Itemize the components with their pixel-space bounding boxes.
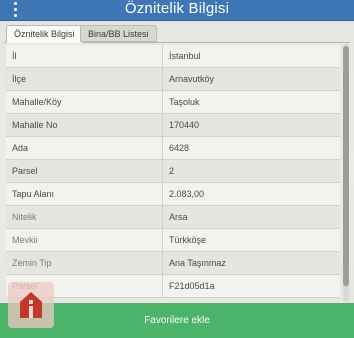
attribute-key: Zemin Tip	[12, 258, 52, 268]
attribute-value: 170440	[169, 120, 200, 130]
table-row: Nitelik Arsa	[6, 206, 340, 229]
table-row: Parsel F21d05d1a	[6, 275, 340, 298]
attribute-key: İlçe	[12, 74, 27, 84]
table-row: Ada 6428	[6, 137, 340, 160]
attribute-value: Arnavutköy	[169, 74, 215, 84]
table-row: Parsel 2	[6, 160, 340, 183]
window-title: Öznitelik Bilgisi	[124, 0, 230, 17]
attribute-key: Mevkii	[12, 235, 38, 245]
attribute-value: F21d05d1a	[169, 281, 215, 291]
attribute-value: İstanbul	[169, 51, 201, 61]
attribute-key: Nitelik	[12, 212, 37, 222]
vertical-dots-icon[interactable]	[12, 2, 18, 17]
scrollbar-thumb[interactable]	[343, 46, 349, 286]
attribute-key: İl	[12, 51, 17, 61]
tab-bar: Öznitelik Bilgisi Bina/BB Listesi	[4, 22, 350, 43]
table-row: Zemin Tip Ana Taşınmaz	[6, 252, 340, 275]
scrollbar[interactable]	[343, 44, 349, 302]
attribute-key: Mahalle No	[12, 120, 58, 130]
attribute-key: Ada	[12, 143, 29, 153]
attribute-key: Parsel	[12, 166, 38, 176]
table-row: Tapu Alanı 2.083,00	[6, 183, 340, 206]
attribute-value: Ana Taşınmaz	[169, 258, 226, 268]
table-row: Mahalle/Köy Taşoluk	[6, 91, 340, 114]
tab-building-list[interactable]: Bina/BB Listesi	[80, 25, 157, 42]
attribute-value: Türkköşe	[169, 235, 207, 245]
attribute-value: Taşoluk	[169, 97, 200, 107]
tab-attribute-info[interactable]: Öznitelik Bilgisi	[6, 25, 83, 43]
attribute-key: Mahalle/Köy	[12, 97, 62, 107]
home-icon[interactable]	[8, 282, 54, 328]
table-row: Mahalle No 170440	[6, 114, 340, 137]
title-bar: Öznitelik Bilgisi	[0, 0, 354, 21]
attribute-info-window: Öznitelik Bilgisi Öznitelik Bilgisi Bina…	[0, 0, 354, 338]
attribute-value: 2	[169, 166, 175, 176]
attribute-value: 6428	[169, 143, 190, 153]
table-row: Mevkii Türkköşe	[6, 229, 340, 252]
table-row: İl İstanbul	[6, 45, 340, 68]
attribute-key: Tapu Alanı	[12, 189, 55, 199]
table-row: İlçe Arnavutköy	[6, 68, 340, 91]
attribute-table: İl İstanbul İlçe Arnavutköy Mahalle/Köy …	[6, 45, 340, 298]
attribute-value: Arsa	[169, 212, 188, 222]
attribute-value: 2.083,00	[169, 189, 205, 199]
